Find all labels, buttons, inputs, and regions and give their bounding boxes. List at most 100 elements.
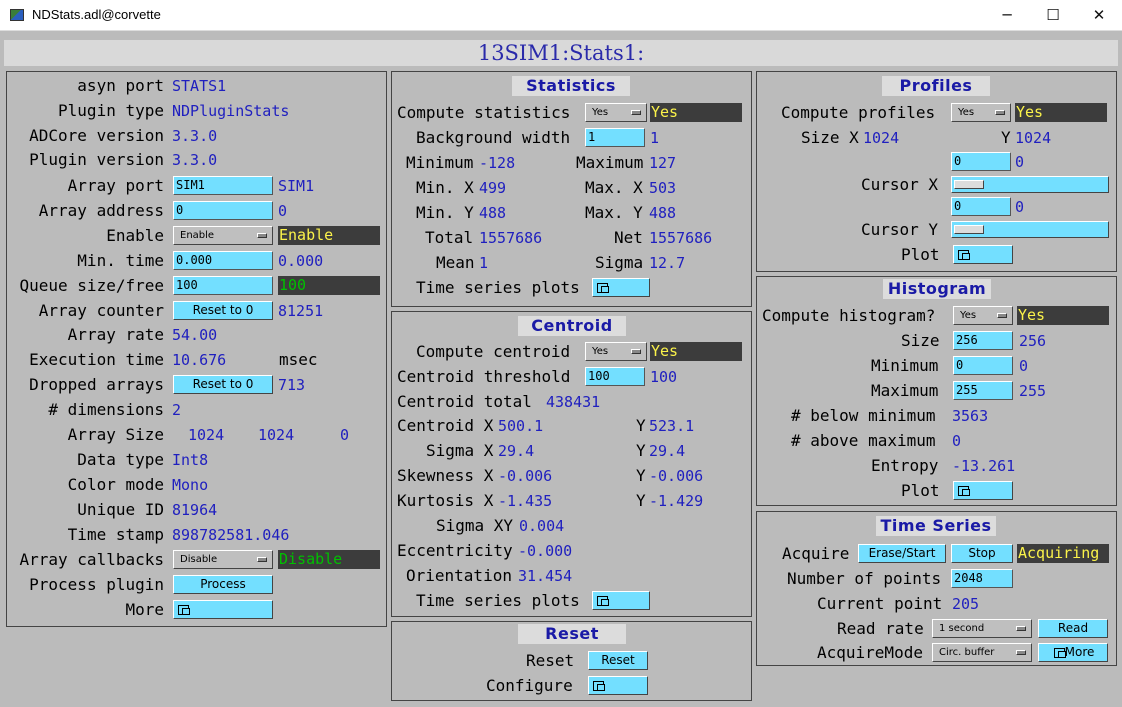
histogram-size-label: Size <box>901 331 940 350</box>
asyn-port-value: STATS1 <box>172 77 227 95</box>
orientation-value: 31.454 <box>518 567 573 585</box>
menu-indicator-icon <box>1016 650 1026 655</box>
histogram-minimum-input[interactable]: 0 <box>953 356 1013 375</box>
centroid-x-label: Centroid X <box>397 416 494 435</box>
minimum-label: Minimum <box>406 153 474 172</box>
kurtosis-x-value: -1.435 <box>498 492 553 510</box>
cursor-x-slider[interactable] <box>951 176 1109 193</box>
array-port-input[interactable]: SIM1 <box>173 176 273 195</box>
statistics-title: Statistics <box>512 76 630 96</box>
unique-id-label: Unique ID <box>77 500 164 519</box>
centroid-title: Centroid <box>518 316 626 336</box>
adcore-version-label: ADCore version <box>29 126 164 145</box>
compute-profiles-menu-value: Yes <box>958 107 975 118</box>
sigma-xy-label: Sigma XY <box>436 516 514 535</box>
stop-button[interactable]: Stop <box>951 544 1013 563</box>
time-series-more-button[interactable]: More <box>1038 643 1108 662</box>
kurtosis-x-label: Kurtosis X <box>397 491 494 510</box>
background-width-label: Background width <box>416 128 571 147</box>
array-address-label: Array address <box>38 201 164 220</box>
number-of-points-input[interactable]: 2048 <box>951 569 1013 588</box>
dropped-arrays-reset-button[interactable]: Reset to 0 <box>173 375 273 394</box>
centroid-threshold-input[interactable]: 100 <box>585 367 645 386</box>
min-time-input[interactable]: 0.000 <box>173 251 273 270</box>
adcore-version-value: 3.3.0 <box>172 127 218 145</box>
array-callbacks-label: Array callbacks <box>19 550 165 569</box>
background-width-input[interactable]: 1 <box>585 128 645 147</box>
compute-histogram-menu[interactable]: Yes <box>953 306 1013 325</box>
histogram-size-input[interactable]: 256 <box>953 331 1013 350</box>
cursor-x-slider-thumb[interactable] <box>954 180 984 189</box>
cursor-y-input[interactable]: 0 <box>951 197 1011 216</box>
menu-indicator-icon <box>257 233 267 238</box>
profiles-plot-button[interactable] <box>953 245 1013 264</box>
reset-label: Reset <box>526 651 575 670</box>
histogram-size-readback: 256 <box>1019 332 1047 350</box>
array-callbacks-menu[interactable]: Disable <box>173 550 273 569</box>
reset-panel: Reset Reset Reset Configure <box>391 621 752 701</box>
enable-menu[interactable]: Enable <box>173 226 273 245</box>
queue-size-input[interactable]: 100 <box>173 276 273 295</box>
histogram-maximum-input[interactable]: 255 <box>953 381 1013 400</box>
max-y-value: 488 <box>649 204 677 222</box>
more-label: More <box>125 600 164 619</box>
cursor-x-label: Cursor X <box>861 175 939 194</box>
statistics-panel: Statistics Compute statistics Yes Yes Ba… <box>391 71 752 307</box>
min-time-label: Min. time <box>77 251 164 270</box>
menu-indicator-icon <box>1016 626 1026 631</box>
total-value: 1557686 <box>479 229 543 247</box>
cursor-x-input[interactable]: 0 <box>951 152 1011 171</box>
plugin-version-label: Plugin version <box>29 150 164 169</box>
maximize-button[interactable]: ☐ <box>1030 0 1076 31</box>
close-button[interactable]: ✕ <box>1076 0 1122 31</box>
kurtosis-y-label: Y <box>636 491 646 510</box>
plugin-info-panel: asyn port STATS1 Plugin type NDPluginSta… <box>6 71 387 627</box>
cursor-y-slider[interactable] <box>951 221 1109 238</box>
sigma-y-value: 29.4 <box>649 442 686 460</box>
size-y-value: 1024 <box>1015 129 1052 147</box>
compute-statistics-label: Compute statistics <box>397 103 571 122</box>
data-type-value: Int8 <box>172 451 209 469</box>
menu-indicator-icon <box>995 110 1005 115</box>
compute-centroid-menu[interactable]: Yes <box>585 342 647 361</box>
max-y-label: Max. Y <box>585 203 643 222</box>
histogram-plot-button[interactable] <box>953 481 1013 500</box>
centroid-threshold-readback: 100 <box>650 368 678 386</box>
read-rate-label: Read rate <box>837 619 924 638</box>
centroid-threshold-label: Centroid threshold <box>397 367 571 386</box>
minimize-button[interactable]: ─ <box>984 0 1030 31</box>
minimum-value: -128 <box>479 154 516 172</box>
compute-statistics-menu[interactable]: Yes <box>585 103 647 122</box>
acquire-mode-label: AcquireMode <box>817 643 923 662</box>
histogram-plot-label: Plot <box>901 481 940 500</box>
min-x-label: Min. X <box>416 178 474 197</box>
more-related-display-button[interactable] <box>173 600 273 619</box>
compute-profiles-menu[interactable]: Yes <box>951 103 1011 122</box>
statistics-time-series-button[interactable] <box>592 278 650 297</box>
dropped-arrays-label: Dropped arrays <box>29 375 164 394</box>
array-size-x: 1024 <box>188 426 225 444</box>
max-x-value: 503 <box>649 179 677 197</box>
array-counter-reset-button[interactable]: Reset to 0 <box>173 301 273 320</box>
compute-centroid-label: Compute centroid <box>416 342 571 361</box>
number-of-points-label: Number of points <box>787 569 942 588</box>
acquire-mode-menu[interactable]: Circ. buffer <box>932 643 1032 662</box>
array-address-input[interactable]: 0 <box>173 201 273 220</box>
sigma-value: 12.7 <box>649 254 686 272</box>
array-callbacks-menu-value: Disable <box>180 554 218 565</box>
app-icon <box>10 9 24 21</box>
read-rate-menu[interactable]: 1 second <box>932 619 1032 638</box>
size-x-value: 1024 <box>863 129 900 147</box>
configure-button[interactable] <box>588 676 648 695</box>
read-button[interactable]: Read <box>1038 619 1108 638</box>
reset-button[interactable]: Reset <box>588 651 648 670</box>
erase-start-button[interactable]: Erase/Start <box>858 544 946 563</box>
cursor-y-slider-thumb[interactable] <box>954 225 984 234</box>
array-size-label: Array Size <box>67 425 164 444</box>
profiles-plot-label: Plot <box>901 245 940 264</box>
compute-histogram-status: Yes <box>1017 306 1109 325</box>
menu-indicator-icon <box>631 349 641 354</box>
process-plugin-button[interactable]: Process <box>173 575 273 594</box>
below-minimum-label: # below minimum <box>791 406 936 425</box>
centroid-time-series-button[interactable] <box>592 591 650 610</box>
